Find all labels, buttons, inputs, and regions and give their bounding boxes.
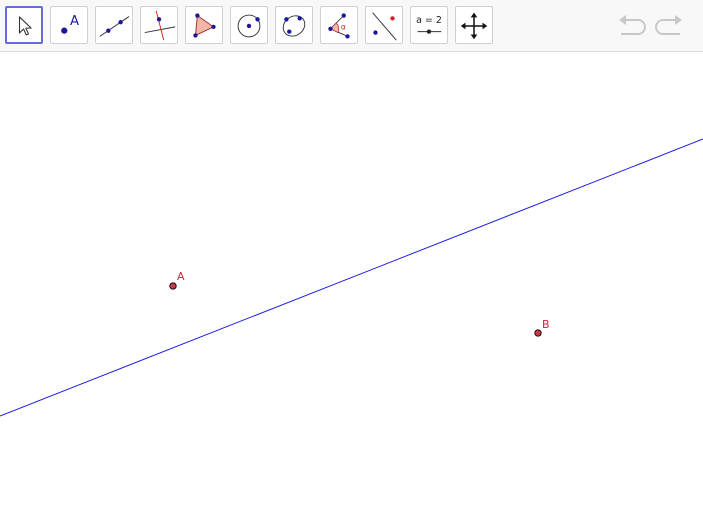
undo-icon	[619, 15, 646, 35]
angle-icon: α	[328, 13, 350, 39]
geogebra-app: A α a = 2 A B	[0, 0, 703, 505]
point-tool-button[interactable]: A	[50, 6, 88, 44]
blue-line[interactable]	[0, 138, 703, 417]
redo-button[interactable]	[653, 12, 685, 40]
perpendicular-line-icon	[144, 10, 176, 41]
slider-icon: a = 2	[416, 15, 442, 34]
cursor-arrow-icon	[18, 16, 32, 36]
polygon-tool-button[interactable]	[185, 6, 223, 44]
circle-center-point-icon	[237, 14, 261, 38]
reflect-about-line-icon	[372, 12, 397, 41]
ellipse-five-points-icon	[282, 15, 306, 37]
move-tool-button[interactable]	[5, 6, 43, 44]
slider-tool-button[interactable]: a = 2	[410, 6, 448, 44]
slider-tool-label: a = 2	[416, 15, 442, 26]
move-graphics-view-tool-button[interactable]	[455, 6, 493, 44]
conic-tool-button[interactable]	[275, 6, 313, 44]
graphics-svg[interactable]: A B	[0, 53, 703, 505]
circle-with-center-tool-button[interactable]	[230, 6, 268, 44]
point-tool-label: A	[70, 14, 79, 29]
angle-symbol: α	[341, 23, 346, 32]
point-icon: A	[61, 14, 79, 34]
move-arrows-icon	[460, 12, 488, 40]
undo-button[interactable]	[616, 12, 648, 40]
toolbar: A α a = 2	[0, 0, 703, 52]
point-b-label: B	[542, 318, 550, 331]
polygon-icon	[193, 13, 216, 38]
angle-tool-button[interactable]: α	[320, 6, 358, 44]
redo-icon	[655, 15, 682, 35]
point-a[interactable]	[169, 282, 177, 290]
point-a-label: A	[177, 270, 185, 283]
line-through-two-points-icon	[99, 16, 130, 37]
reflect-about-line-tool-button[interactable]	[365, 6, 403, 44]
perpendicular-line-tool-button[interactable]	[140, 6, 178, 44]
point-b[interactable]	[534, 329, 542, 337]
line-tool-button[interactable]	[95, 6, 133, 44]
graphics-view[interactable]: A B	[0, 53, 703, 505]
